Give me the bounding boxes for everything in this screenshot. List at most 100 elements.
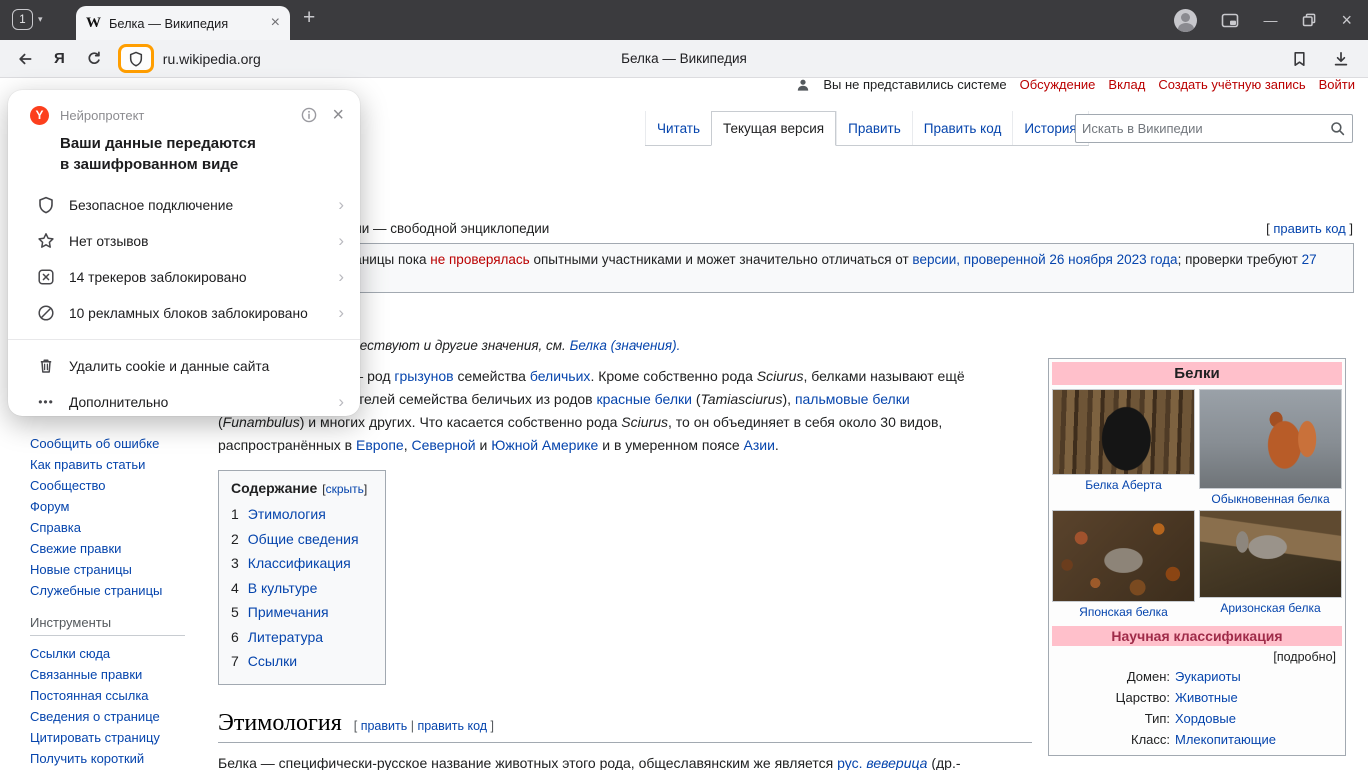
tab-close-icon[interactable]: × <box>271 15 280 31</box>
wiki-link[interactable]: Азии <box>744 437 775 453</box>
window-close-button[interactable]: × <box>1341 11 1352 29</box>
wiki-link[interactable]: скрыть <box>326 482 364 496</box>
squirrel-photo-common[interactable] <box>1199 389 1342 489</box>
taxo-value[interactable]: Хордовые <box>1175 708 1342 729</box>
toc-item[interactable]: 7Ссылки <box>231 649 367 674</box>
yandex-logo: Y <box>30 106 49 125</box>
sidebar-item[interactable]: Сведения о странице <box>30 706 206 727</box>
star-icon <box>36 232 56 250</box>
new-tab-button[interactable]: + <box>303 6 315 30</box>
tab-current-version[interactable]: Текущая версия <box>711 111 836 146</box>
sidebar-item[interactable]: Служебные страницы <box>30 580 206 601</box>
wiki-link[interactable]: красные белки <box>596 391 691 407</box>
menu-item-more[interactable]: ••• Дополнительно › <box>8 384 360 420</box>
page-views-tabs: Читать Текущая версия Править Править ко… <box>645 111 1089 146</box>
menu-item-ads-blocked[interactable]: 10 рекламных блоков заблокировано › <box>8 295 360 331</box>
sidebar-item[interactable]: Новые страницы <box>30 559 206 580</box>
yandex-button[interactable]: Я <box>54 50 65 67</box>
toc-item[interactable]: 6Литература <box>231 625 367 650</box>
wiki-link[interactable]: пальмовые белки <box>795 391 910 407</box>
toc-hide-toggle[interactable]: [скрыть] <box>322 482 367 496</box>
panel-toggle-icon[interactable] <box>1221 12 1239 29</box>
tab-count[interactable]: 1 <box>12 9 33 30</box>
taxo-value[interactable]: Млекопитающие <box>1175 729 1342 750</box>
chevron-right-icon: › <box>338 231 344 251</box>
search-input[interactable] <box>1076 121 1330 136</box>
wiki-link[interactable]: беличьих <box>530 368 591 384</box>
info-icon[interactable] <box>301 107 317 123</box>
popup-divider <box>8 339 360 340</box>
popup-menu: Безопасное подключение › Нет отзывов › 1… <box>8 187 360 331</box>
toc-item[interactable]: 1Этимология <box>231 502 367 527</box>
wiki-link[interactable]: править код <box>1273 221 1345 236</box>
popup-close-icon[interactable]: × <box>332 105 344 125</box>
wiki-link[interactable]: Белка (значения). <box>570 338 681 353</box>
toc-item[interactable]: 3Классификация <box>231 551 367 576</box>
sidebar-item[interactable]: Сообщить об ошибке <box>30 433 206 454</box>
image-caption[interactable]: Аризонская белка <box>1220 601 1320 615</box>
sidebar-item[interactable]: Сообщество <box>30 475 206 496</box>
wiki-link[interactable]: править код <box>417 719 487 733</box>
chevron-down-icon[interactable]: ▾ <box>38 14 43 25</box>
menu-item-secure-connection[interactable]: Безопасное подключение › <box>8 187 360 223</box>
sidebar-item[interactable]: Справка <box>30 517 206 538</box>
taxo-value[interactable]: Эукариоты <box>1175 666 1342 687</box>
wiki-link[interactable]: Южной Америке <box>491 437 598 453</box>
reload-button[interactable] <box>85 50 103 68</box>
wiki-link[interactable]: Северной <box>411 437 475 453</box>
downloads-icon[interactable] <box>1332 50 1350 68</box>
minimize-button[interactable]: — <box>1263 12 1277 28</box>
image-caption[interactable]: Белка Аберта <box>1085 478 1162 492</box>
menu-item-reviews[interactable]: Нет отзывов › <box>8 223 360 259</box>
search-icon[interactable] <box>1330 121 1345 136</box>
browser-tab[interactable]: W Белка — Википедия × <box>76 6 290 40</box>
wiki-link[interactable]: править <box>361 719 408 733</box>
squirrel-photo-japanese[interactable] <box>1052 510 1195 602</box>
url-text[interactable]: ru.wikipedia.org <box>163 51 261 67</box>
sidebar-item[interactable]: Как править статьи <box>30 454 206 475</box>
personal-link-talk[interactable]: Обсуждение <box>1020 77 1096 92</box>
personal-link-createaccount[interactable]: Создать учётную запись <box>1158 77 1305 92</box>
text-segment: и в умеренном поясе <box>598 437 743 453</box>
tab-edit[interactable]: Править <box>836 111 912 145</box>
menu-item-trackers-blocked[interactable]: 14 трекеров заблокировано › <box>8 259 360 295</box>
taxo-value[interactable]: Животные <box>1175 687 1342 708</box>
protect-shield-button[interactable] <box>118 44 154 73</box>
profile-avatar[interactable] <box>1174 9 1197 32</box>
wiki-link[interactable]: версии, проверенной 26 ноября 2023 года <box>912 252 1177 267</box>
toc-item[interactable]: 5Примечания <box>231 600 367 625</box>
classification-details-link[interactable]: [подробно] <box>1052 646 1342 666</box>
personal-link-login[interactable]: Войти <box>1319 77 1355 92</box>
sidebar-item[interactable]: Ссылки сюда <box>30 643 206 664</box>
taxo-label: Тип: <box>1052 708 1170 729</box>
popup-header: Y Нейропротект × <box>8 90 360 125</box>
ad-block-icon <box>36 304 56 322</box>
bookmark-flag-icon[interactable] <box>1290 50 1308 68</box>
wiki-link[interactable]: рус. <box>837 755 862 770</box>
sidebar-item[interactable]: Постоянная ссылка <box>30 685 206 706</box>
toc-item[interactable]: 4В культуре <box>231 576 367 601</box>
squirrel-photo-aberta[interactable] <box>1052 389 1195 475</box>
menu-item-delete-cookies[interactable]: Удалить cookie и данные сайта <box>8 348 360 384</box>
wiki-link[interactable]: грызунов <box>394 368 453 384</box>
restore-button[interactable] <box>1301 12 1317 28</box>
tab-edit-source[interactable]: Править код <box>912 111 1013 145</box>
tab-count-button[interactable]: 1 ▾ <box>12 9 43 30</box>
wiki-link[interactable]: 27 <box>1302 252 1317 267</box>
sidebar-item[interactable]: Свежие правки <box>30 538 206 559</box>
sidebar-item[interactable]: Получить короткий <box>30 748 206 769</box>
tab-read[interactable]: Читать <box>645 111 711 145</box>
sidebar-item[interactable]: Цитировать страницу <box>30 727 206 748</box>
sidebar-item[interactable]: Форум <box>30 496 206 517</box>
sidebar-item[interactable]: Связанные правки <box>30 664 206 685</box>
wiki-link[interactable]: веверица <box>866 755 927 770</box>
classification-header[interactable]: Научная классификация <box>1052 626 1342 646</box>
toc-item[interactable]: 2Общие сведения <box>231 527 367 552</box>
wiki-link[interactable]: Европе <box>356 437 404 453</box>
back-button[interactable] <box>16 50 34 68</box>
personal-link-contribs[interactable]: Вклад <box>1108 77 1145 92</box>
squirrel-photo-arizona[interactable] <box>1199 510 1342 598</box>
image-caption[interactable]: Обыкновенная белка <box>1211 492 1329 506</box>
image-caption[interactable]: Японская белка <box>1079 605 1168 619</box>
wiki-link[interactable]: не проверялась <box>430 252 529 267</box>
